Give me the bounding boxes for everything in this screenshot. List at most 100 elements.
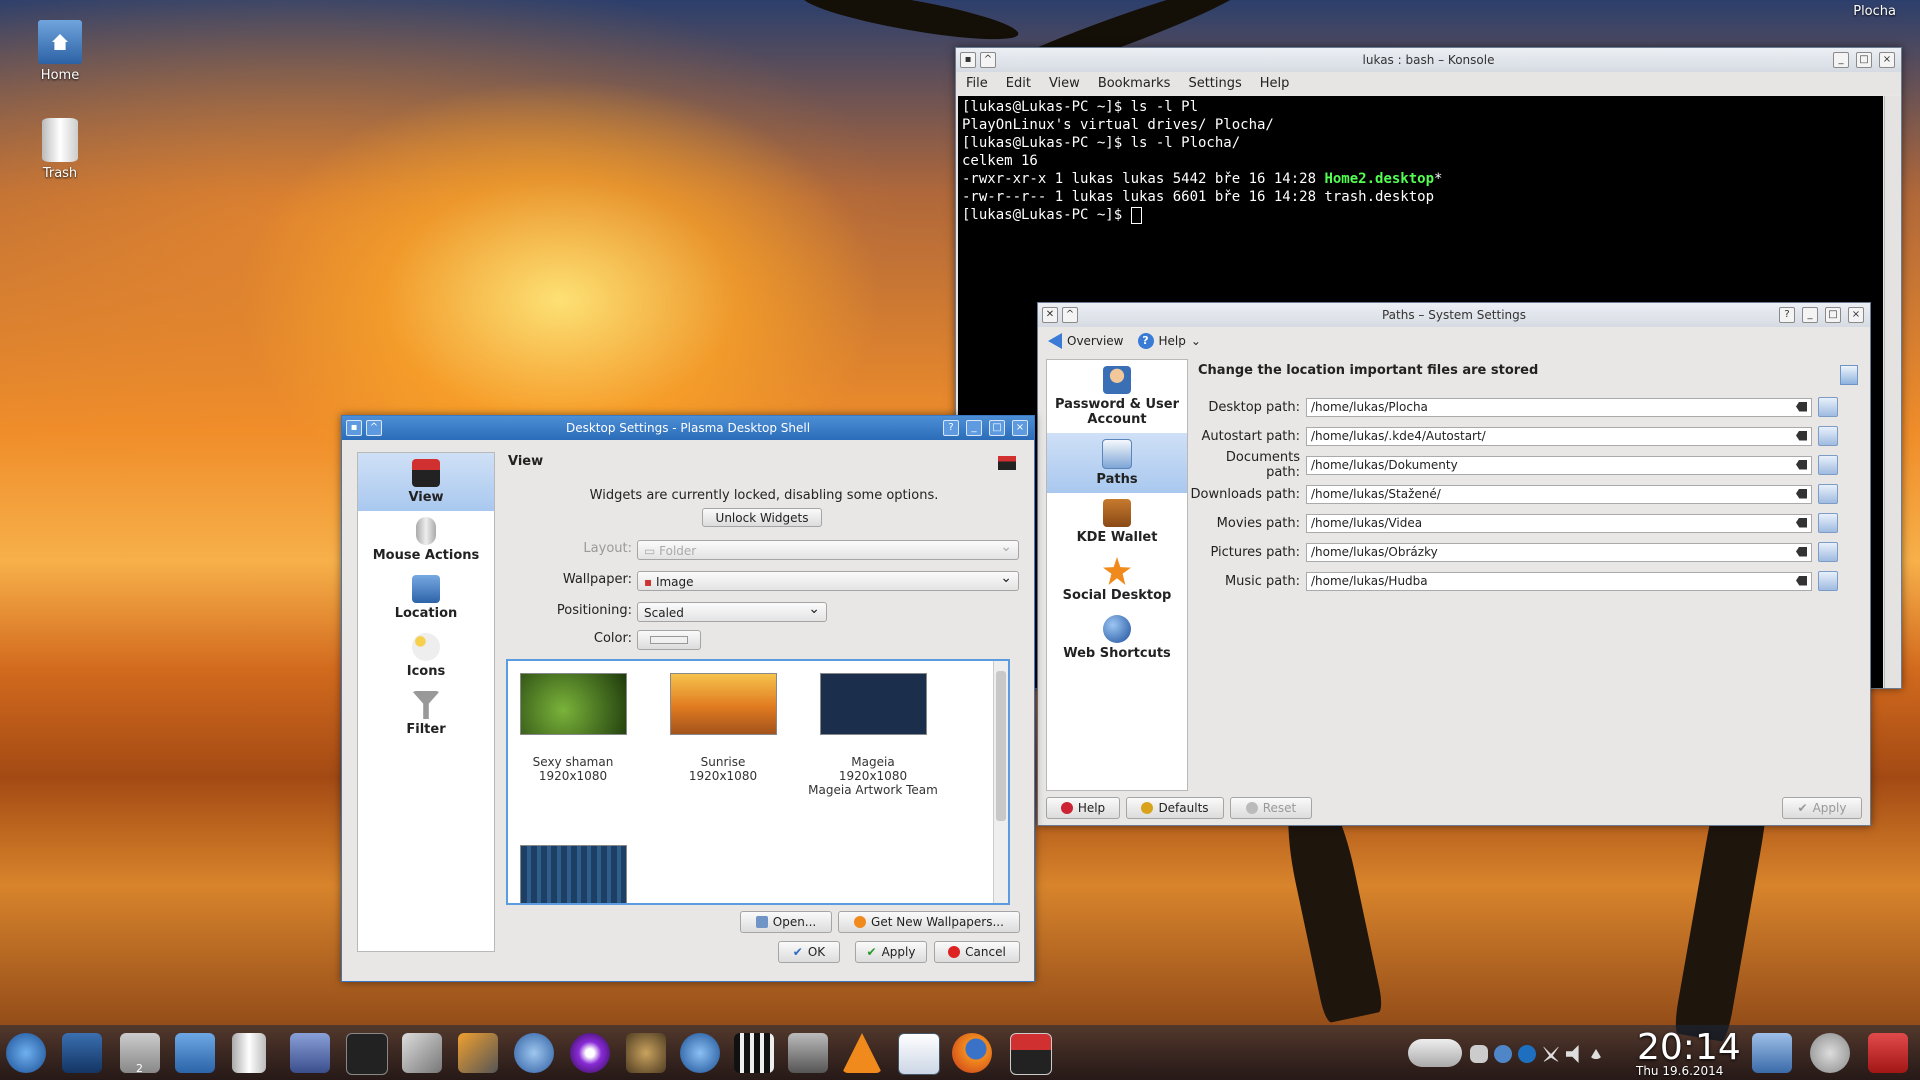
logout-icon[interactable] [1810, 1033, 1850, 1073]
wallpaper-item[interactable] [508, 845, 638, 903]
reset-button[interactable]: Reset [1230, 797, 1312, 819]
maximize-icon[interactable]: □ [989, 420, 1005, 436]
get-new-wallpapers-button[interactable]: Get New Wallpapers... [838, 911, 1020, 933]
sidebar-item-paths[interactable]: Paths [1047, 433, 1187, 493]
sidebar-item-password[interactable]: Password & User Account [1047, 360, 1187, 433]
maximize-icon[interactable]: □ [1856, 52, 1872, 68]
menu-bookmarks[interactable]: Bookmarks [1098, 76, 1171, 91]
menu-view[interactable]: View [1049, 76, 1080, 91]
sidebar-item-view[interactable]: View [358, 453, 494, 511]
window-menu-icon[interactable]: ▪ [346, 420, 362, 436]
layout-select[interactable]: ▭ Folder [637, 537, 1019, 560]
apply-button[interactable]: ✔ Apply [1782, 797, 1862, 819]
browse-folder-button[interactable] [1818, 397, 1838, 417]
browse-folder-button[interactable] [1818, 484, 1838, 504]
clear-text-icon[interactable] [1796, 517, 1807, 528]
help-menu-button[interactable]: ? Help ⌄ [1137, 333, 1201, 349]
close-icon[interactable]: × [1848, 307, 1864, 323]
positioning-select[interactable]: Scaled [637, 599, 827, 622]
minimize-icon[interactable]: _ [966, 420, 982, 436]
firefox-icon[interactable] [952, 1033, 992, 1073]
sidebar-item-wallet[interactable]: KDE Wallet [1047, 493, 1187, 551]
network-tray-icon[interactable] [1494, 1045, 1512, 1063]
keep-above-icon[interactable]: ^ [980, 52, 996, 68]
menu-help[interactable]: Help [1260, 76, 1290, 91]
wallpaper-item[interactable]: Sunrise 1920x1080 [658, 673, 788, 783]
printer-tray-icon[interactable] [1470, 1045, 1488, 1063]
document-viewer-icon[interactable] [898, 1033, 940, 1075]
media-icon[interactable] [788, 1033, 828, 1073]
open-button[interactable]: Open... [740, 911, 832, 933]
sidebar-item-location[interactable]: Location [358, 569, 494, 627]
desktop-settings-task-icon[interactable] [1010, 1033, 1052, 1075]
wallpaper-item[interactable]: Mageia 1920x1080 Mageia Artwork Team [808, 673, 938, 797]
music-path-input[interactable]: /home/lukas/Hudba [1306, 571, 1812, 591]
pictures-path-input[interactable]: /home/lukas/Obrázky [1306, 542, 1812, 562]
window-menu-icon[interactable]: ▪ [960, 52, 976, 68]
pager-icon[interactable]: 2 [120, 1033, 160, 1075]
gimp-icon[interactable] [626, 1033, 666, 1073]
volume-tray-icon[interactable] [1566, 1045, 1579, 1063]
ok-button[interactable]: ✔ OK [778, 941, 840, 963]
window-menu-icon[interactable]: ✕ [1042, 307, 1058, 323]
sidebar-item-icons[interactable]: Icons [358, 627, 494, 685]
clear-text-icon[interactable] [1796, 488, 1807, 499]
desktop-icon-trash[interactable]: Trash [15, 118, 105, 181]
keep-above-icon[interactable]: ^ [366, 420, 382, 436]
clear-text-icon[interactable] [1796, 459, 1807, 470]
desktop-settings-titlebar[interactable]: ▪ ^ Desktop Settings - Plasma Desktop Sh… [342, 416, 1034, 440]
thunderbird-icon[interactable] [514, 1033, 554, 1073]
sidebar-item-filter[interactable]: Filter [358, 685, 494, 743]
sidebar-item-social[interactable]: Social Desktop [1047, 551, 1187, 609]
browse-folder-button[interactable] [1818, 571, 1838, 591]
menu-settings[interactable]: Settings [1188, 76, 1241, 91]
konsole-titlebar[interactable]: ▪ ^ lukas : bash – Konsole _ □ × [956, 48, 1901, 72]
clear-text-icon[interactable] [1796, 430, 1807, 441]
browser-shark-icon[interactable] [680, 1033, 720, 1073]
scissors-tray-icon[interactable] [1542, 1045, 1560, 1063]
terminal-scrollbar[interactable] [1884, 96, 1901, 688]
minimize-icon[interactable]: _ [1802, 307, 1818, 323]
help-button[interactable]: Help [1046, 797, 1120, 819]
desktop-icon-home[interactable]: Home [15, 20, 105, 83]
show-desktop-icon[interactable] [62, 1033, 102, 1073]
clear-text-icon[interactable] [1796, 546, 1807, 557]
downloads-path-input[interactable]: /home/lukas/Stažené/ [1306, 484, 1812, 504]
overview-button[interactable]: Overview [1048, 333, 1124, 349]
desktop-toolbox-label[interactable]: Plocha [1853, 4, 1896, 19]
sidebar-item-web-shortcuts[interactable]: Web Shortcuts [1047, 609, 1187, 667]
context-help-icon[interactable]: ? [1779, 307, 1795, 323]
trash-launcher-icon[interactable] [232, 1033, 266, 1073]
lock-screen-icon[interactable] [1752, 1033, 1792, 1073]
scrollbar-thumb[interactable] [996, 671, 1006, 821]
browse-folder-button[interactable] [1818, 426, 1838, 446]
menu-file[interactable]: File [966, 76, 988, 91]
minimize-icon[interactable]: _ [1833, 52, 1849, 68]
konsole-launcher-icon[interactable] [346, 1033, 388, 1075]
cancel-button[interactable]: Cancel [934, 941, 1020, 963]
documents-path-input[interactable]: /home/lukas/Dokumenty [1306, 455, 1812, 475]
browse-folder-button[interactable] [1818, 455, 1838, 475]
video-editor-icon[interactable] [734, 1033, 774, 1073]
shutdown-icon[interactable] [1868, 1033, 1908, 1073]
dolphin-icon[interactable] [175, 1033, 215, 1073]
unlock-widgets-button[interactable]: Unlock Widgets [702, 508, 822, 527]
gallery-scrollbar[interactable] [993, 661, 1008, 903]
system-settings-titlebar[interactable]: ✕ ^ Paths – System Settings ? _ □ × [1038, 303, 1870, 327]
keep-above-icon[interactable]: ^ [1062, 307, 1078, 323]
ksnapshot-icon[interactable] [290, 1033, 330, 1073]
expand-tray-icon[interactable] [1590, 1049, 1602, 1059]
kickoff-menu-icon[interactable] [6, 1033, 46, 1073]
sidebar-item-mouse-actions[interactable]: Mouse Actions [358, 511, 494, 569]
menu-edit[interactable]: Edit [1006, 76, 1031, 91]
desktop-path-input[interactable]: /home/lukas/Plocha [1306, 397, 1812, 417]
movies-path-input[interactable]: /home/lukas/Videa [1306, 513, 1812, 533]
eye-app-icon[interactable] [570, 1033, 610, 1073]
close-icon[interactable]: × [1012, 420, 1028, 436]
color-picker-button[interactable] [637, 630, 701, 650]
context-help-icon[interactable]: ? [943, 420, 959, 436]
autostart-path-input[interactable]: /home/lukas/.kde4/Autostart/ [1306, 426, 1812, 446]
vlc-icon[interactable] [842, 1033, 882, 1073]
browse-folder-button[interactable] [1818, 513, 1838, 533]
defaults-button[interactable]: Defaults [1126, 797, 1224, 819]
